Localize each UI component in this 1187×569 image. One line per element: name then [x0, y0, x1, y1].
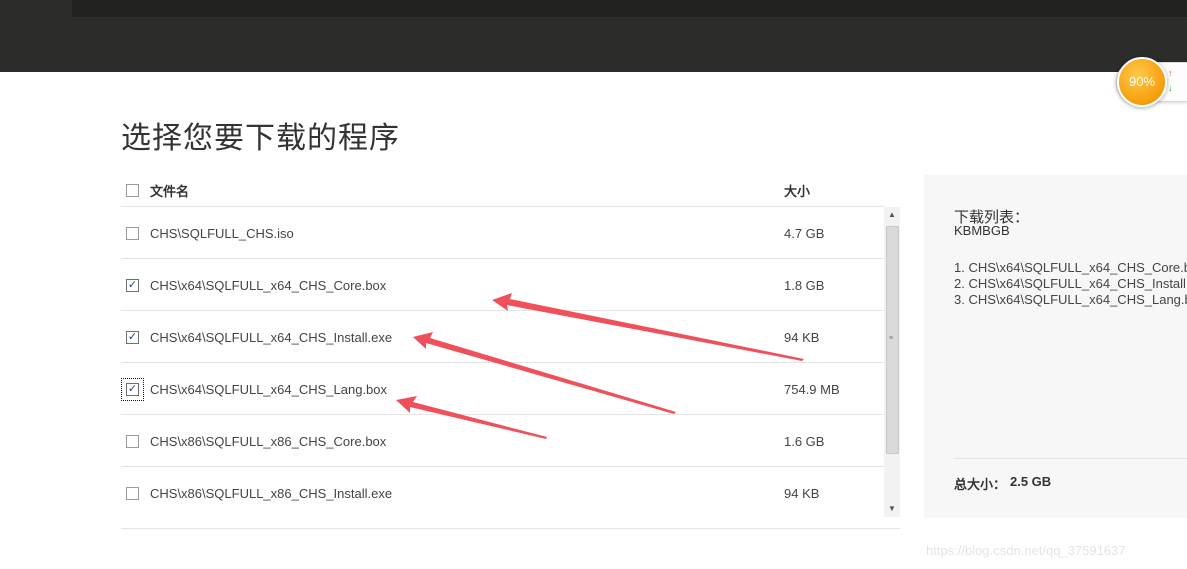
- annotation-arrow: [413, 332, 676, 414]
- watermark: https://blog.csdn.net/qq_37591637: [926, 543, 1126, 558]
- annotation-arrows: [396, 293, 804, 439]
- annotation-arrow: [492, 293, 804, 361]
- annotation-arrow: [396, 396, 547, 439]
